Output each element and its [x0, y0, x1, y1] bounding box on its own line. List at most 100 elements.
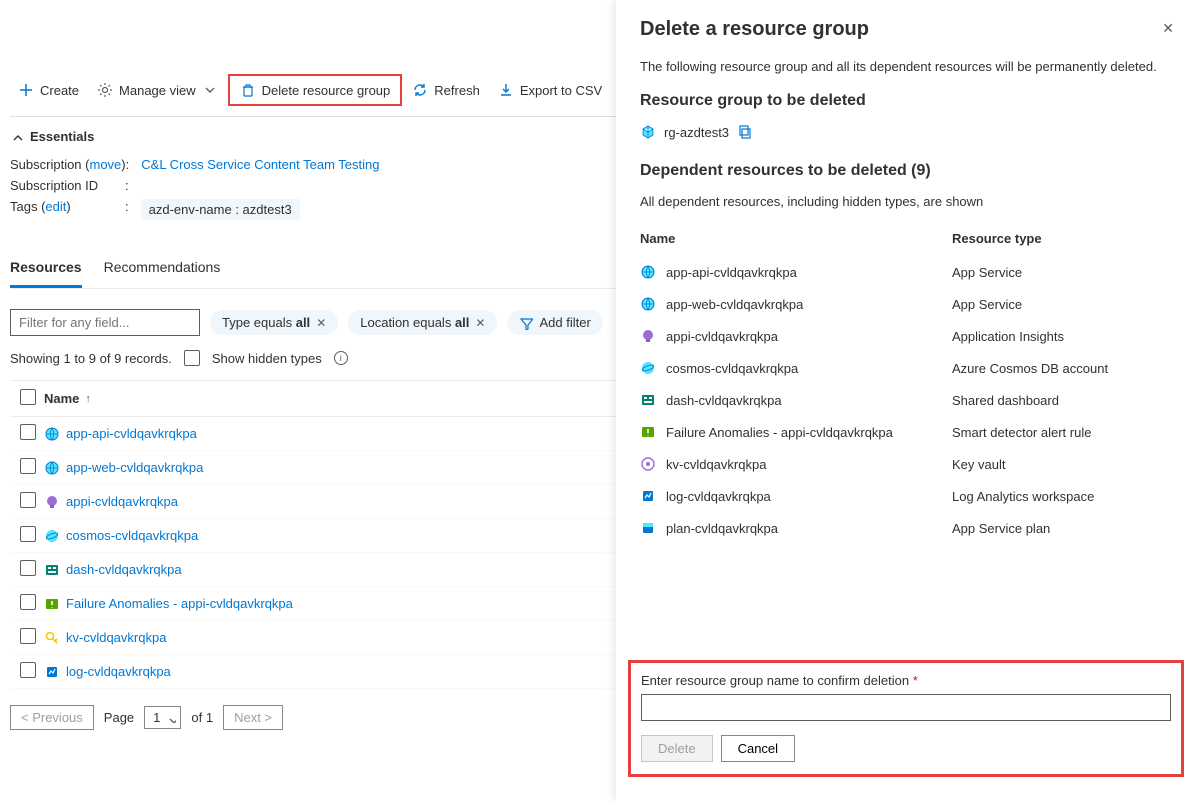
next-button[interactable]: Next > [223, 705, 283, 730]
row-checkbox[interactable] [20, 560, 36, 576]
bulb-purple-icon [640, 328, 656, 344]
dep-row: kv-cvldqavkrqkpa Key vault [640, 448, 1172, 480]
dependent-resources-heading: Dependent resources to be deleted (9) [640, 162, 1172, 180]
resource-link[interactable]: app-web-cvldqavkrqkpa [66, 460, 203, 475]
dep-row: cosmos-cvldqavkrqkpa Azure Cosmos DB acc… [640, 352, 1172, 384]
manage-view-label: Manage view [119, 83, 196, 98]
delete-rg-label: Delete resource group [262, 83, 391, 98]
log-blue-icon [44, 664, 60, 680]
subscription-id-label: Subscription ID [10, 178, 125, 193]
cancel-button[interactable]: Cancel [721, 735, 795, 762]
delete-button[interactable]: Delete [641, 735, 713, 762]
filter-input[interactable] [10, 309, 200, 336]
globe-blue-icon [44, 426, 60, 442]
row-checkbox[interactable] [20, 628, 36, 644]
dash-teal-icon [640, 392, 656, 408]
close-panel-icon[interactable]: ✕ [1162, 20, 1174, 37]
records-count: Showing 1 to 9 of 9 records. [10, 351, 172, 366]
select-all-checkbox[interactable] [20, 389, 36, 405]
resource-link[interactable]: kv-cvldqavkrqkpa [66, 630, 166, 645]
dash-teal-icon [44, 562, 60, 578]
chevron-up-icon [10, 130, 24, 144]
key-yellow-icon [44, 630, 60, 646]
dep-row: app-web-cvldqavkrqkpa App Service [640, 288, 1172, 320]
alert-green-icon [44, 596, 60, 612]
panel-description: The following resource group and all its… [640, 59, 1172, 74]
export-csv-button[interactable]: Export to CSV [490, 76, 610, 104]
cosmos-icon [44, 528, 60, 544]
confirm-input[interactable] [641, 694, 1171, 721]
resource-link[interactable]: app-api-cvldqavkrqkpa [66, 426, 197, 441]
resource-link[interactable]: appi-cvldqavkrqkpa [66, 494, 178, 509]
filter-pill-location[interactable]: Location equals all ✕ [348, 310, 497, 335]
gear-icon [97, 82, 113, 98]
previous-button[interactable]: < Previous [10, 705, 94, 730]
info-icon[interactable]: i [334, 351, 348, 365]
dep-name: Failure Anomalies - appi-cvldqavkrqkpa [666, 425, 952, 440]
chevron-down-icon [166, 713, 176, 723]
dep-type: Key vault [952, 457, 1172, 472]
panel-title: Delete a resource group [640, 18, 1172, 41]
move-link[interactable]: move [90, 157, 122, 172]
dep-name: app-api-cvldqavkrqkpa [666, 265, 952, 280]
resource-link[interactable]: log-cvldqavkrqkpa [66, 664, 171, 679]
dep-type: App Service [952, 265, 1172, 280]
resource-link[interactable]: Failure Anomalies - appi-cvldqavkrqkpa [66, 596, 293, 611]
page-select[interactable]: 1 [144, 706, 181, 729]
copy-icon[interactable] [737, 124, 753, 140]
tab-resources[interactable]: Resources [10, 251, 82, 288]
row-checkbox[interactable] [20, 424, 36, 440]
cube-icon [640, 124, 656, 140]
dep-name: dash-cvldqavkrqkpa [666, 393, 952, 408]
resource-link[interactable]: dash-cvldqavkrqkpa [66, 562, 182, 577]
delete-panel: ✕ Delete a resource group The following … [616, 0, 1196, 801]
remove-type-filter-icon[interactable]: ✕ [316, 316, 326, 330]
dep-row: appi-cvldqavkrqkpa Application Insights [640, 320, 1172, 352]
manage-view-button[interactable]: Manage view [89, 76, 226, 104]
essentials-title: Essentials [30, 129, 94, 144]
dep-row: plan-cvldqavkrqkpa App Service plan [640, 512, 1172, 544]
subscription-value-link[interactable]: C&L Cross Service Content Team Testing [141, 157, 379, 172]
alert-green-icon [640, 424, 656, 440]
create-button[interactable]: Create [10, 76, 87, 104]
edit-tags-link[interactable]: edit [45, 199, 66, 214]
row-checkbox[interactable] [20, 458, 36, 474]
rg-to-delete-heading: Resource group to be deleted [640, 92, 1172, 110]
row-checkbox[interactable] [20, 662, 36, 678]
resource-link[interactable]: cosmos-cvldqavkrqkpa [66, 528, 198, 543]
delete-resource-group-button[interactable]: Delete resource group [232, 76, 399, 104]
cosmos-icon [640, 360, 656, 376]
delete-rg-highlight: Delete resource group [228, 74, 403, 106]
row-checkbox[interactable] [20, 526, 36, 542]
refresh-button[interactable]: Refresh [404, 76, 488, 104]
row-checkbox[interactable] [20, 594, 36, 610]
dependent-resources-desc: All dependent resources, including hidde… [640, 194, 1172, 209]
add-filter-button[interactable]: Add filter [507, 310, 602, 335]
remove-location-filter-icon[interactable]: ✕ [475, 316, 485, 330]
filter-icon [519, 316, 533, 330]
dep-row: app-api-cvldqavkrqkpa App Service [640, 256, 1172, 288]
subscription-label: Subscription (move) [10, 157, 126, 172]
dep-type: App Service plan [952, 521, 1172, 536]
trash-icon [240, 82, 256, 98]
plus-icon [18, 82, 34, 98]
add-filter-label: Add filter [539, 315, 590, 330]
row-checkbox[interactable] [20, 492, 36, 508]
dep-type: Smart detector alert rule [952, 425, 1172, 440]
tag-chip[interactable]: azd-env-name : azdtest3 [141, 199, 300, 220]
dep-type: App Service [952, 297, 1172, 312]
show-hidden-checkbox[interactable] [184, 350, 200, 366]
tab-recommendations[interactable]: Recommendations [104, 251, 221, 288]
export-csv-label: Export to CSV [520, 83, 602, 98]
dep-name: kv-cvldqavkrqkpa [666, 457, 952, 472]
rg-name: rg-azdtest3 [664, 125, 729, 140]
dep-col-type: Resource type [952, 231, 1172, 246]
globe-blue-icon [640, 264, 656, 280]
refresh-label: Refresh [434, 83, 480, 98]
filter-pill-type[interactable]: Type equals all ✕ [210, 310, 338, 335]
confirm-deletion-area: Enter resource group name to confirm del… [628, 660, 1184, 777]
chevron-down-icon [202, 82, 218, 98]
page-label: Page [104, 710, 134, 725]
dep-table-header: Name Resource type [640, 231, 1172, 256]
dep-type: Shared dashboard [952, 393, 1172, 408]
